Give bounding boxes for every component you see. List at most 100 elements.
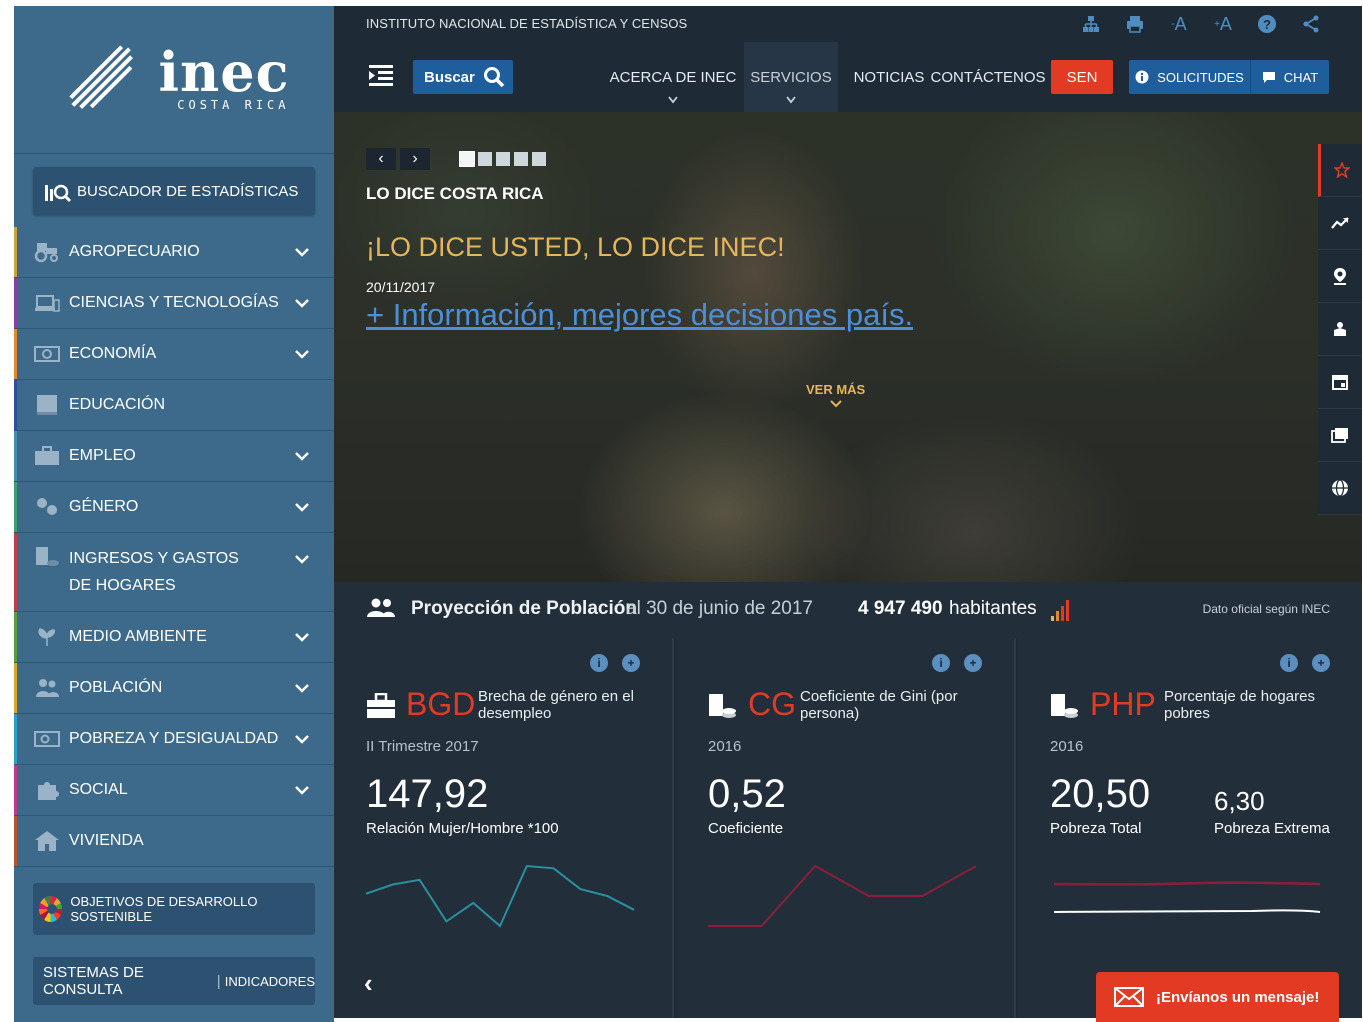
- plus-icon[interactable]: +: [964, 654, 982, 672]
- puzzle-icon: [38, 782, 59, 800]
- nav-acerca[interactable]: ACERCA DE INEC: [608, 42, 738, 112]
- coins-icon: [36, 547, 59, 566]
- calendar-icon[interactable]: [1318, 356, 1362, 409]
- trend-icon[interactable]: [1318, 197, 1362, 250]
- carousel-dot[interactable]: [514, 152, 528, 166]
- category-color-bar: [14, 431, 17, 481]
- info-icon: [1135, 70, 1149, 84]
- carousel-dot[interactable]: [496, 152, 510, 166]
- nav-label: SERVICIOS: [750, 68, 832, 86]
- indicator-label-secondary: Pobreza Extrema: [1214, 820, 1330, 837]
- category-color-bar: [14, 663, 17, 713]
- carousel-next-button[interactable]: ›: [400, 148, 430, 170]
- sidebar-item-label: EDUCACIÓN: [69, 396, 166, 413]
- sidebar-item-medio-ambiente[interactable]: MEDIO AMBIENTE: [14, 612, 334, 663]
- hero-link[interactable]: + Información, mejores decisiones país.: [366, 297, 913, 333]
- nav-servicios[interactable]: SERVICIOS: [744, 42, 838, 112]
- indicadores-label: INDICADORES: [224, 973, 315, 989]
- chat-button[interactable]: CHAT: [1250, 60, 1329, 94]
- sistemas-consulta-button[interactable]: SISTEMAS DE CONSULTA | INDICADORES: [33, 957, 315, 1005]
- ods-label: OBJETIVOS DE DESARROLLO SOSTENIBLE: [70, 894, 258, 924]
- info-icon[interactable]: i: [1280, 654, 1298, 672]
- sidebar-item-poblacion[interactable]: POBLACIÓN: [14, 663, 334, 714]
- buscador-estadisticas-button[interactable]: BUSCADOR DE ESTADÍSTICAS: [33, 167, 315, 215]
- indicator-label: Pobreza Total: [1050, 820, 1142, 837]
- sidebar-item-educacion[interactable]: EDUCACIÓN: [14, 380, 334, 431]
- print-icon[interactable]: [1124, 13, 1146, 35]
- buscador-label: BUSCADOR DE ESTADÍSTICAS: [77, 182, 299, 200]
- carousel-dots: [459, 151, 546, 167]
- font-increase-label: A: [1219, 13, 1232, 34]
- carousel-dot[interactable]: [532, 152, 546, 166]
- sidebar-item-label: POBREZA Y DESIGUALDAD: [69, 730, 279, 747]
- category-color-bar: [14, 329, 17, 379]
- sidebar-item-agropecuario[interactable]: AGROPECUARIO: [14, 227, 334, 278]
- star-icon[interactable]: [1318, 144, 1362, 197]
- sitemap-icon[interactable]: [1080, 13, 1102, 35]
- help-icon[interactable]: ?: [1256, 13, 1278, 35]
- money-icon: [34, 346, 60, 362]
- ods-button[interactable]: OBJETIVOS DE DESARROLLO SOSTENIBLE: [33, 883, 315, 935]
- chat-label: CHAT: [1283, 69, 1319, 85]
- sen-button[interactable]: SEN: [1051, 60, 1113, 94]
- sidebar-item-genero[interactable]: GÉNERO: [14, 482, 334, 533]
- plus-icon[interactable]: +: [622, 654, 640, 672]
- info-icon[interactable]: i: [932, 654, 950, 672]
- indicator-abbr: PHP: [1090, 686, 1156, 722]
- sidebar-item-social[interactable]: SOCIAL: [14, 765, 334, 816]
- utility-tools: -A + A ?: [1080, 13, 1322, 35]
- carousel-prev-button[interactable]: ‹: [366, 148, 396, 170]
- globe-icon[interactable]: [1318, 462, 1362, 515]
- sidebar-item-ciencias[interactable]: CIENCIAS Y TECNOLOGÍAS: [14, 278, 334, 329]
- solicitudes-button[interactable]: SOLICITUDES: [1129, 60, 1250, 94]
- sidebar-item-empleo[interactable]: EMPLEO: [14, 431, 334, 482]
- chat-bubble-icon: [1262, 71, 1275, 83]
- sidebar-item-label: INGRESOS Y GASTOS: [69, 550, 239, 567]
- nav-contactenos[interactable]: CONTÁCTENOS: [930, 42, 1046, 112]
- gallery-icon[interactable]: [1318, 409, 1362, 462]
- population-note: Dato oficial según INEC: [1202, 602, 1330, 616]
- sistemas-label: SISTEMAS DE CONSULTA: [43, 964, 144, 998]
- logo[interactable]: inec COSTA RICA: [14, 6, 334, 154]
- sidebar-item-label: GÉNERO: [69, 498, 139, 515]
- indicator-card-cg[interactable]: i + CG Coeficiente de Gini (por persona)…: [676, 638, 1016, 1018]
- share-icon[interactable]: [1300, 13, 1322, 35]
- sidebar-item-ingresos[interactable]: INGRESOS Y GASTOS DE HOGARES: [14, 533, 334, 612]
- nav-label: ACERCA DE INEC: [609, 68, 737, 86]
- sen-label: SEN: [1066, 68, 1098, 86]
- font-decrease-button[interactable]: -A: [1168, 13, 1190, 35]
- nav-label: CONTÁCTENOS: [930, 68, 1046, 86]
- indicator-card-php[interactable]: i + PHP Porcentaje de hogares pobres 201…: [1018, 638, 1362, 1018]
- card-actions: i +: [932, 654, 982, 672]
- plus-icon[interactable]: +: [1312, 654, 1330, 672]
- font-increase-button[interactable]: + A: [1212, 13, 1234, 35]
- indicator-name: Brecha de género en el desempleo: [478, 688, 634, 722]
- user-icon[interactable]: [1318, 303, 1362, 356]
- briefcase-icon: [35, 446, 59, 465]
- info-icon[interactable]: i: [590, 654, 608, 672]
- carousel-dot[interactable]: [478, 152, 492, 166]
- carousel-pager: ‹ ›: [366, 148, 546, 170]
- sidebar-item-economia[interactable]: ECONOMÍA: [14, 329, 334, 380]
- sidebar-item-label: CIENCIAS Y TECNOLOGÍAS: [69, 294, 279, 311]
- card-actions: i +: [1280, 654, 1330, 672]
- menu-toggle-icon[interactable]: [368, 62, 394, 88]
- coins-icon: [709, 694, 736, 718]
- sidebar-item-vivienda[interactable]: VIVIENDA: [14, 816, 334, 867]
- search-button[interactable]: Buscar: [413, 60, 513, 94]
- carousel-dot[interactable]: [459, 151, 475, 167]
- logo-wordmark: inec: [158, 39, 290, 104]
- sidebar-item-pobreza[interactable]: POBREZA Y DESIGUALDAD: [14, 714, 334, 765]
- nav-noticias[interactable]: NOTICIAS: [846, 42, 932, 112]
- cards-prev-button[interactable]: ‹: [364, 968, 373, 999]
- indicator-card-bgd[interactable]: i + BGD Brecha de género en el desempleo…: [334, 638, 674, 1018]
- indicator-period: 2016: [708, 738, 742, 755]
- book-icon: [37, 395, 57, 415]
- send-message-button[interactable]: ¡Envíanos un mensaje!: [1096, 972, 1339, 1022]
- ver-mas-button[interactable]: VER MÁS: [806, 382, 865, 412]
- indicator-name: Porcentaje de hogares pobres: [1164, 688, 1315, 722]
- hero-carousel: ‹ › LO DICE COSTA RICA ¡LO DICE USTED, L…: [334, 112, 1362, 582]
- map-pin-icon[interactable]: [1318, 250, 1362, 303]
- solicitudes-label: SOLICITUDES: [1157, 69, 1244, 85]
- category-color-bar: [14, 482, 17, 532]
